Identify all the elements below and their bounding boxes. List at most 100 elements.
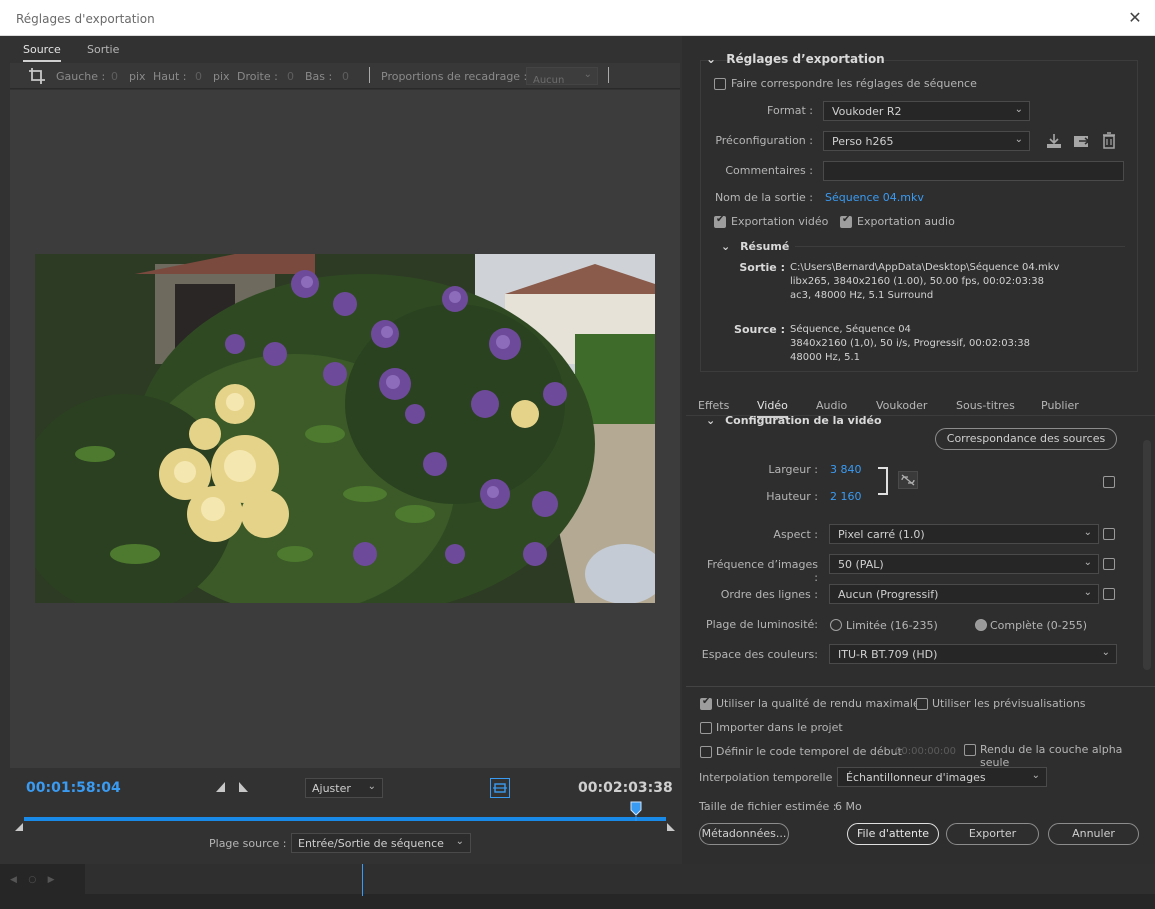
save-preset-icon[interactable] [1045, 133, 1063, 149]
crop-right-label: Droite : [237, 70, 278, 83]
chevron-down-icon: ⌄ [1101, 647, 1110, 658]
height-value[interactable]: 2 160 [830, 490, 862, 503]
chevron-down-icon: ⌄ [583, 69, 592, 80]
interpolation-value: Échantillonneur d'images [846, 771, 986, 784]
mark-out-icon[interactable] [237, 781, 249, 793]
start-timecode-label: Définir le code temporel de début [716, 745, 902, 758]
use-previews-checkbox[interactable] [916, 698, 928, 710]
start-timecode-checkbox[interactable] [700, 746, 712, 758]
cancel-button[interactable]: Annuler [1048, 823, 1139, 845]
comments-input[interactable] [823, 161, 1124, 181]
current-timecode[interactable]: 00:01:58:04 [26, 780, 121, 796]
scrollbar[interactable] [1143, 440, 1151, 670]
crop-bottom-value[interactable]: 0 [342, 70, 349, 83]
tab-voukoder[interactable]: Voukoder [876, 394, 927, 418]
crop-left-label: Gauche : [56, 70, 106, 83]
mark-in-icon[interactable] [215, 781, 227, 793]
crop-top-value[interactable]: 0 [195, 70, 202, 83]
max-quality-checkbox[interactable] [700, 696, 712, 710]
in-point-icon[interactable] [14, 822, 24, 832]
export-button[interactable]: Exporter [946, 823, 1039, 845]
tab-source[interactable]: Source [23, 38, 61, 62]
field-order-value: Aucun (Progressif) [838, 588, 939, 601]
crop-right-value[interactable]: 0 [287, 70, 294, 83]
crop-left-unit: pix [129, 70, 146, 83]
trash-icon[interactable] [1102, 132, 1116, 149]
fps-value: 50 (PAL) [838, 558, 884, 571]
interpolation-label: Interpolation temporelle : [699, 771, 840, 784]
playhead-icon[interactable] [630, 801, 642, 821]
crop-icon[interactable] [28, 67, 46, 85]
colorspace-value: ITU-R BT.709 (HD) [838, 648, 938, 661]
crop-left-value[interactable]: 0 [111, 70, 118, 83]
max-quality-label: Utiliser la qualité de rendu maximale [716, 697, 920, 710]
chevron-down-icon: ⌄ [1014, 104, 1023, 115]
interpolation-select[interactable]: Échantillonneur d'images ⌄ [837, 767, 1047, 787]
crop-ratio-label: Proportions de recadrage : [381, 70, 528, 83]
fps-override-checkbox[interactable] [1103, 558, 1115, 570]
chevron-down-icon: ⌄ [706, 414, 716, 427]
out-point-icon[interactable] [666, 822, 676, 832]
aspect-select[interactable]: Pixel carré (1.0) ⌄ [829, 524, 1099, 544]
summary-header[interactable]: ⌄ Résumé [721, 240, 789, 253]
field-order-override-checkbox[interactable] [1103, 588, 1115, 600]
video-config-header[interactable]: ⌄ Configuration de la vidéo [706, 414, 882, 427]
tab-sortie[interactable]: Sortie [87, 38, 119, 62]
dimensions-override-checkbox[interactable] [1103, 476, 1115, 488]
unlink-dimensions-button[interactable] [898, 471, 918, 489]
export-settings-header[interactable]: ⌄ Réglages d’exportation [706, 52, 885, 66]
preset-value: Perso h265 [832, 135, 894, 148]
metadata-button[interactable]: Métadonnées... [699, 823, 789, 845]
fps-select[interactable]: 50 (PAL) ⌄ [829, 554, 1099, 574]
field-order-select[interactable]: Aucun (Progressif) ⌄ [829, 584, 1099, 604]
fit-select[interactable]: Ajuster ⌄ [305, 778, 383, 798]
aspect-toggle-button[interactable] [490, 778, 510, 798]
chevron-down-icon: ⌄ [706, 52, 717, 66]
colorspace-select[interactable]: ITU-R BT.709 (HD) ⌄ [829, 644, 1117, 664]
source-range-select[interactable]: Entrée/Sortie de séquence ⌄ [291, 833, 471, 853]
tab-publier[interactable]: Publier [1041, 394, 1079, 418]
width-label: Largeur : [768, 463, 818, 476]
preset-select[interactable]: Perso h265 ⌄ [823, 131, 1030, 151]
queue-button[interactable]: File d'attente [847, 823, 939, 845]
video-config-title: Configuration de la vidéo [725, 414, 882, 427]
chevron-down-icon: ⌄ [1014, 134, 1023, 145]
summary-output-line: C:\Users\Bernard\AppData\Desktop\Séquenc… [790, 262, 1060, 273]
height-label: Hauteur : [766, 490, 818, 503]
output-name-link[interactable]: Séquence 04.mkv [825, 191, 924, 204]
crop-top-label: Haut : [153, 70, 187, 83]
import-project-checkbox[interactable] [700, 722, 712, 734]
import-preset-icon[interactable] [1073, 133, 1091, 149]
filesize-value: 6 Mo [835, 800, 862, 813]
luma-range-label: Plage de luminosité: [706, 618, 818, 631]
crop-ratio-select[interactable]: Aucun ⌄ [526, 67, 598, 86]
aspect-override-checkbox[interactable] [1103, 528, 1115, 540]
export-audio-checkbox[interactable] [840, 214, 852, 228]
start-timecode-value[interactable]: 00:00:00:00 [895, 746, 956, 757]
alpha-only-checkbox[interactable] [964, 744, 976, 756]
fit-value: Ajuster [312, 782, 351, 795]
chevron-down-icon: ⌄ [1083, 527, 1092, 538]
alpha-only-label: Rendu de la couche alpha seule [980, 743, 1123, 769]
summary-output-label: Sortie : [739, 261, 785, 274]
export-video-checkbox[interactable] [714, 214, 726, 228]
width-value[interactable]: 3 840 [830, 463, 862, 476]
summary-source-line: Séquence, Séquence 04 [790, 324, 911, 335]
link-bracket-icon [878, 467, 888, 495]
field-order-label: Ordre des lignes : [720, 588, 818, 601]
background-playhead [362, 864, 363, 896]
summary-title: Résumé [740, 240, 790, 253]
close-icon[interactable]: ✕ [1125, 8, 1145, 28]
luma-full-radio[interactable] [975, 619, 987, 631]
crop-top-unit: pix [213, 70, 230, 83]
divider [795, 246, 1125, 247]
match-sequence-label: Faire correspondre les réglages de séque… [731, 77, 977, 90]
export-video-label: Exportation vidéo [731, 215, 829, 228]
format-label: Format : [767, 104, 813, 117]
timeline-track[interactable] [24, 817, 666, 821]
luma-limited-radio[interactable] [830, 619, 842, 631]
match-sources-button[interactable]: Correspondance des sources [935, 428, 1117, 450]
tab-sous-titres[interactable]: Sous-titres [956, 394, 1015, 418]
format-select[interactable]: Voukoder R2 ⌄ [823, 101, 1030, 121]
match-sequence-checkbox[interactable] [714, 78, 726, 90]
